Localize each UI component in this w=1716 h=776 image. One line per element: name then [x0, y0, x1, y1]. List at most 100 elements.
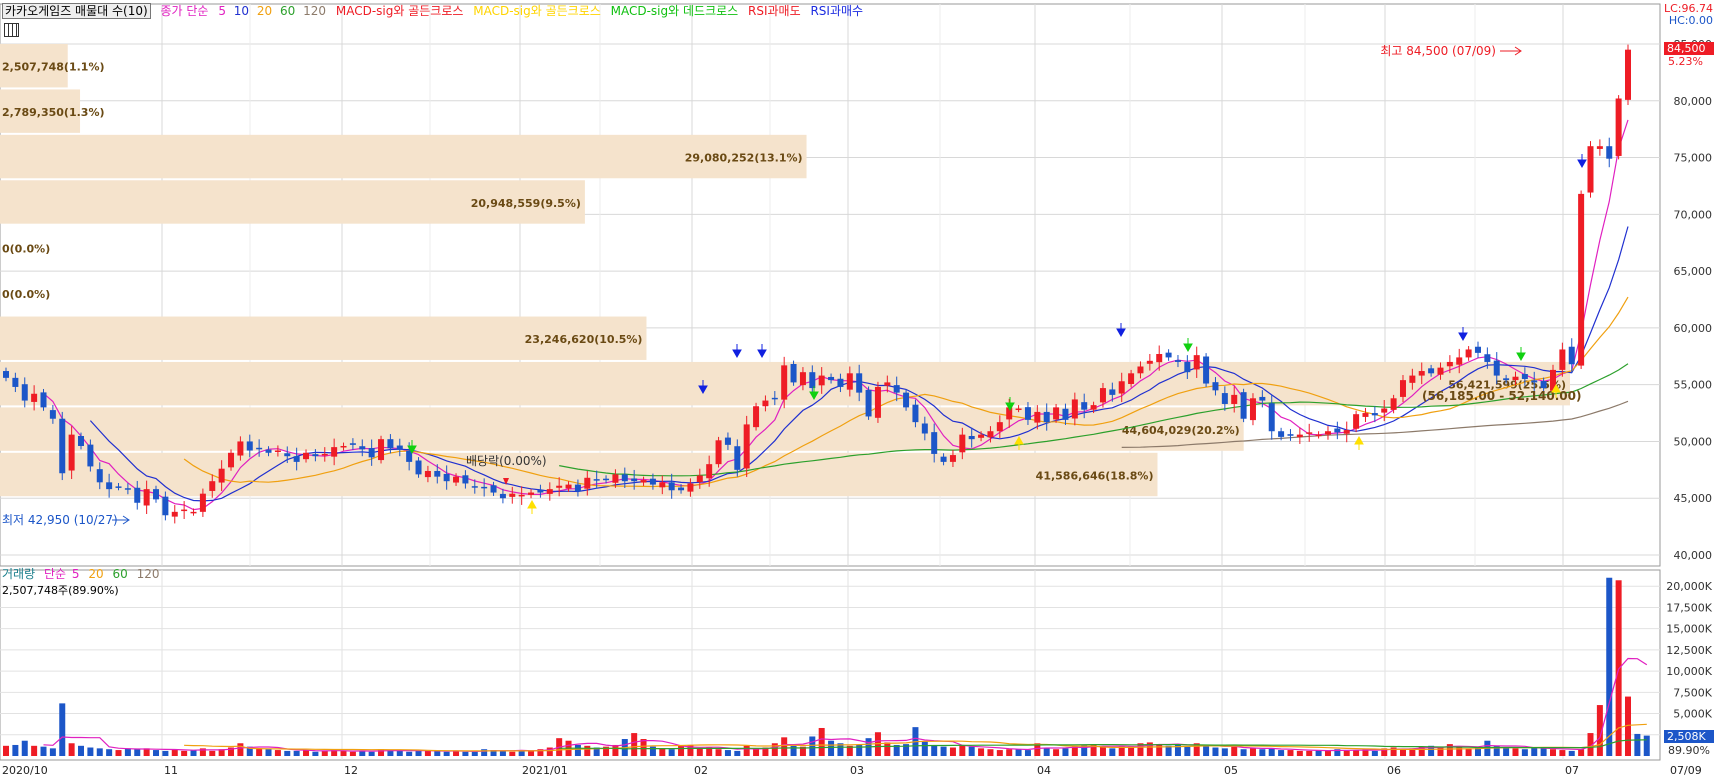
- candle-body: [921, 423, 928, 434]
- volume-bar: [237, 743, 244, 756]
- candle-body: [518, 494, 525, 497]
- candle-body: [78, 435, 85, 446]
- candle-body: [1034, 411, 1041, 423]
- hc-value: HC:0.00: [1668, 14, 1713, 27]
- candle-body: [1184, 361, 1191, 373]
- volume-bar: [40, 746, 47, 756]
- candle-body: [968, 435, 975, 440]
- candle-body: [499, 493, 506, 499]
- candle-body: [340, 445, 347, 448]
- candle-body: [1043, 411, 1050, 423]
- candle-body: [321, 453, 328, 456]
- volume-bar: [359, 750, 366, 756]
- candle-body: [190, 511, 197, 514]
- volume-bar: [1559, 750, 1566, 756]
- volume-bar: [406, 751, 413, 756]
- grid-toggle-icon[interactable]: [4, 23, 19, 37]
- volume-bar: [574, 744, 581, 756]
- volume-bar: [21, 740, 28, 756]
- candle-body: [1174, 360, 1181, 362]
- candle-body: [724, 437, 731, 445]
- candle-body: [949, 455, 956, 462]
- volume-bar: [181, 750, 188, 756]
- price-tick-label: 60,000: [1674, 322, 1713, 335]
- chart-legend: 카카오게임즈 매물대 수(10) 종가 단순 5 10 20 60 120 MA…: [2, 3, 869, 19]
- candle-body: [987, 431, 994, 438]
- volume-bar: [1278, 750, 1285, 756]
- volume-bar: [1634, 733, 1641, 756]
- volume-tick-label: 20,000K: [1666, 580, 1712, 593]
- candle-body: [931, 432, 938, 454]
- dividend-annotation: 배당락(0.00%): [466, 454, 547, 468]
- candle-body: [1343, 430, 1350, 434]
- volume-bar: [1006, 749, 1013, 756]
- volume-panel: [0, 569, 1661, 761]
- volume-bar: [612, 744, 619, 756]
- candle-body: [1334, 428, 1341, 433]
- candle-body: [115, 486, 122, 488]
- candle-body: [1465, 349, 1472, 358]
- volume-bar: [209, 750, 216, 756]
- volume-bar: [753, 749, 760, 756]
- lc-hc-readout: LC:96.74 HC:0.00: [1664, 3, 1713, 27]
- volume-bar: [715, 749, 722, 756]
- x-tick-label: 07: [1565, 764, 1579, 776]
- candle-body: [1587, 146, 1594, 193]
- last-volume-label: 2,508K: [1667, 730, 1706, 743]
- volume-profile-label: 2,507,748(1.1%): [2, 61, 105, 74]
- volume-bar: [453, 750, 460, 756]
- candle-body: [1203, 356, 1210, 384]
- candle-body: [265, 449, 272, 453]
- volume-bar: [968, 746, 975, 756]
- volume-bar: [1268, 748, 1275, 756]
- volume-bar: [312, 751, 319, 756]
- candle-body: [1062, 408, 1069, 420]
- candle-body: [668, 482, 675, 491]
- x-tick-label: 07/09: [1670, 764, 1702, 776]
- candle-body: [659, 482, 666, 488]
- candle-body: [612, 474, 619, 483]
- candle-body: [284, 453, 291, 457]
- candle-body: [1531, 380, 1538, 383]
- candle-body: [828, 376, 835, 381]
- candle-body: [1193, 355, 1200, 370]
- volume-profile-label: 20,948,559(9.5%): [471, 197, 581, 210]
- ma-type-label: 종가 단순: [160, 4, 209, 18]
- volume-tick-label: 7,500K: [1673, 686, 1712, 699]
- volume-bar: [1353, 750, 1360, 756]
- candle-body: [1118, 381, 1125, 394]
- candle-body: [1446, 361, 1453, 367]
- candle-body: [1306, 432, 1313, 434]
- candle-body: [959, 434, 966, 453]
- last-change-label: 5.23%: [1668, 55, 1703, 68]
- candle-body: [1390, 398, 1397, 410]
- volume-bar: [1568, 750, 1575, 756]
- candle-body: [753, 406, 760, 428]
- candle-body: [537, 489, 544, 493]
- signal-macd-golden2-label: MACD-sig와 골든크로스: [473, 4, 601, 18]
- volume-bar: [106, 749, 113, 756]
- volume-bar: [1024, 750, 1031, 756]
- candle-body: [21, 384, 28, 401]
- price-tick-label: 65,000: [1674, 265, 1713, 278]
- candle-body: [134, 487, 141, 503]
- candle-body: [1540, 381, 1547, 389]
- candle-body: [1503, 378, 1510, 381]
- low-price-annotation: 최저 42,950 (10/27): [2, 513, 118, 527]
- candle-body: [884, 382, 891, 386]
- candle-body: [1521, 373, 1528, 379]
- candle-body: [368, 448, 375, 458]
- volume-bar: [12, 744, 19, 756]
- candle-body: [621, 474, 628, 482]
- volume-bar: [1043, 748, 1050, 756]
- volume-bar: [781, 737, 788, 756]
- candle-body: [359, 446, 366, 450]
- signal-rsi-overbought-label: RSI과매수: [810, 4, 864, 18]
- x-tick-label: 05: [1224, 764, 1238, 776]
- candle-body: [1512, 376, 1519, 381]
- volume-bar: [743, 745, 750, 756]
- chart-title[interactable]: 카카오게임즈 매물대 수(10): [2, 3, 151, 19]
- candle-body: [12, 377, 19, 387]
- candle-body: [1625, 49, 1631, 100]
- volume-bar: [31, 745, 38, 756]
